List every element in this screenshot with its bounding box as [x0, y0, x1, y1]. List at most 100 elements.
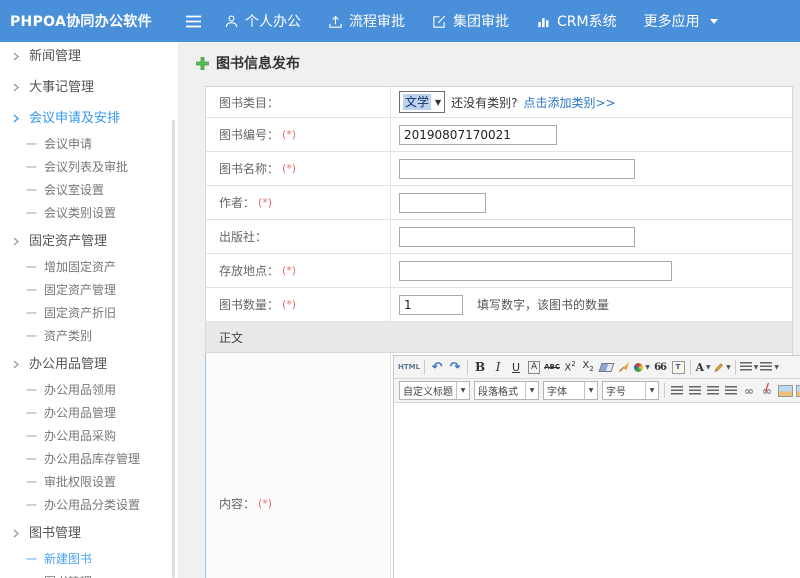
align-justify-button[interactable]	[722, 382, 740, 400]
html-source-button[interactable]: HTML	[397, 358, 421, 376]
field-label: 作者：	[219, 194, 255, 211]
chevron-right-icon	[12, 114, 20, 123]
nav-more-apps[interactable]: 更多应用	[644, 11, 718, 31]
chevron-right-icon	[12, 237, 20, 246]
ordered-list-button[interactable]: ▼	[739, 358, 760, 376]
align-left-icon	[671, 386, 683, 396]
sidebar-item[interactable]: 一固定资产折旧	[0, 302, 178, 325]
font-style-button[interactable]: A	[525, 358, 543, 376]
form-row-author: 作者： (*)	[206, 186, 792, 220]
nav-group-approval[interactable]: 集团审批	[432, 11, 509, 31]
subscript-button[interactable]: X2	[579, 358, 597, 376]
dash-icon: 一	[26, 382, 37, 399]
sidebar-item-label: 办公用品管理	[44, 405, 116, 422]
sidebar-group-label: 办公用品管理	[29, 356, 107, 373]
sidebar-item[interactable]: 一会议申请	[0, 133, 178, 156]
sidebar-item-label: 办公用品采购	[44, 428, 116, 445]
form-row-location: 存放地点： (*)	[206, 254, 792, 288]
superscript-button[interactable]: X2	[561, 358, 579, 376]
sidebar-group[interactable]: 固定资产管理	[0, 227, 178, 256]
nav-label: 个人办公	[245, 11, 301, 31]
insert-image-button[interactable]	[776, 382, 794, 400]
unordered-list-button[interactable]: ▼	[759, 358, 780, 376]
strikethrough-button[interactable]: ABC	[543, 358, 561, 376]
align-center-button[interactable]	[686, 382, 704, 400]
dash-icon: 一	[26, 474, 37, 491]
font-size-select[interactable]: 字号 ▼	[602, 381, 659, 400]
nav-label: 流程审批	[349, 11, 405, 31]
format-brush-button[interactable]	[615, 358, 633, 376]
align-right-button[interactable]	[704, 382, 722, 400]
sidebar-group[interactable]: 新闻管理	[0, 42, 178, 71]
sidebar-group[interactable]: 图书管理	[0, 519, 178, 548]
custom-title-select[interactable]: 自定义标题 ▼	[399, 381, 470, 400]
undo-button[interactable]: ↶	[428, 358, 446, 376]
dash-icon: 一	[26, 428, 37, 445]
insert-online-image-button[interactable]	[794, 382, 800, 400]
chevron-right-icon	[12, 360, 20, 369]
ordered-list-icon	[740, 362, 752, 372]
sidebar-item[interactable]: 一办公用品领用	[0, 379, 178, 402]
sidebar-item[interactable]: 一增加固定资产	[0, 256, 178, 279]
font-color-button[interactable]: A▼	[694, 358, 712, 376]
nav-crm-system[interactable]: CRM系统	[536, 11, 617, 31]
person-icon	[224, 14, 239, 29]
sidebar-group[interactable]: 会议申请及安排	[0, 104, 178, 133]
book-form: 图书类目： 文学 ▼ 还没有类别? 点击添加类别>> 图书编号： (*) 图书名…	[205, 86, 793, 578]
book-no-input[interactable]	[399, 125, 557, 145]
italic-button[interactable]: I	[489, 358, 507, 376]
font-family-select[interactable]: 字体 ▼	[543, 381, 598, 400]
sidebar-item[interactable]: 一办公用品采购	[0, 425, 178, 448]
sidebar-item[interactable]: 一固定资产管理	[0, 279, 178, 302]
sidebar-item[interactable]: 一新建图书	[0, 548, 178, 571]
publisher-input[interactable]	[399, 227, 635, 247]
author-input[interactable]	[399, 193, 486, 213]
toolbar-separator	[467, 360, 468, 375]
sidebar-item[interactable]: 一办公用品库存管理	[0, 448, 178, 471]
menu-toggle-button[interactable]	[182, 15, 204, 28]
category-select[interactable]: 文学 ▼	[399, 91, 445, 113]
nav-workflow-approval[interactable]: 流程审批	[328, 11, 405, 31]
field-label: 图书类目：	[219, 94, 279, 111]
field-label: 出版社：	[219, 228, 267, 245]
insert-link-icon: ∞	[744, 385, 754, 397]
sidebar-scrollbar[interactable]	[172, 120, 175, 578]
sidebar-group-label: 会议申请及安排	[29, 110, 120, 127]
paste-from-word-button[interactable]: T	[669, 358, 687, 376]
remove-format-button[interactable]	[597, 358, 615, 376]
required-mark: (*)	[282, 298, 296, 311]
book-name-input[interactable]	[399, 159, 635, 179]
form-row-category: 图书类目： 文学 ▼ 还没有类别? 点击添加类别>>	[206, 87, 792, 118]
sidebar-item[interactable]: 一审批权限设置	[0, 471, 178, 494]
nav-personal-office[interactable]: 个人办公	[224, 11, 301, 31]
add-category-link[interactable]: 点击添加类别>>	[524, 94, 616, 111]
remove-link-button[interactable]: ∞/	[758, 382, 776, 400]
sidebar-item[interactable]: 一会议类别设置	[0, 202, 178, 225]
align-left-button[interactable]	[668, 382, 686, 400]
page-title: 图书信息发布	[196, 53, 800, 73]
quantity-input[interactable]	[399, 295, 463, 315]
sidebar-group[interactable]: 大事记管理	[0, 73, 178, 102]
editor-content-area[interactable]	[394, 403, 800, 578]
bold-button[interactable]: B	[471, 358, 489, 376]
blockquote-button[interactable]: 66	[651, 358, 669, 376]
dash-icon: 一	[26, 205, 37, 222]
sidebar-item[interactable]: 一图书管理	[0, 571, 178, 578]
field-label: 存放地点：	[219, 262, 279, 279]
sidebar-item[interactable]: 一会议室设置	[0, 179, 178, 202]
highlight-pen-button[interactable]: ▼	[712, 358, 732, 376]
sidebar-item[interactable]: 一会议列表及审批	[0, 156, 178, 179]
hamburger-icon	[185, 15, 202, 28]
sidebar-item[interactable]: 一资产类别	[0, 325, 178, 348]
underline-button[interactable]: U	[507, 358, 525, 376]
select-caret-icon: ▼	[525, 382, 538, 399]
sidebar-item[interactable]: 一办公用品分类设置	[0, 494, 178, 517]
quantity-hint: 填写数字，该图书的数量	[477, 296, 609, 313]
sidebar-item[interactable]: 一办公用品管理	[0, 402, 178, 425]
sidebar-group[interactable]: 办公用品管理	[0, 350, 178, 379]
text-color-picker-button[interactable]: ▼	[633, 358, 651, 376]
location-input[interactable]	[399, 261, 672, 281]
paragraph-format-select[interactable]: 段落格式 ▼	[474, 381, 539, 400]
insert-link-button[interactable]: ∞	[740, 382, 758, 400]
redo-button[interactable]: ↷	[446, 358, 464, 376]
